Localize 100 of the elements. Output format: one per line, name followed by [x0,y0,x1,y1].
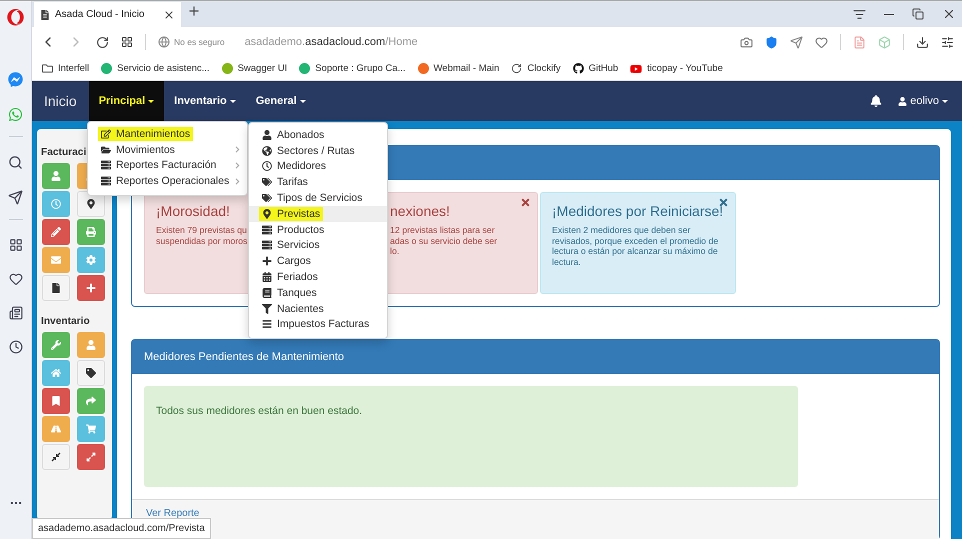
alert-text: lectura o están por alcanzar su máximo de [552,246,718,256]
alert-title: ¡Medidores por Reiniciarse! [552,203,724,219]
close-icon[interactable] [520,197,531,208]
alert-text: lo. [390,246,400,256]
tag-icon [86,368,96,378]
gear-icon [86,255,96,265]
nav-menu[interactable]: Principal [88,81,164,121]
menu-item[interactable]: Tarifas [249,174,387,190]
messenger-icon [8,72,23,87]
site-icon [418,63,428,74]
menu-item[interactable]: Feriados [249,269,387,285]
menu-item[interactable]: Movimientos [88,142,247,158]
clock-icon [8,340,22,354]
nav-label: Principal [98,95,146,107]
alert-text: adas o su servicio debe ser [390,236,498,246]
file-icon [51,283,61,293]
shield-icon [765,36,778,48]
globe-icon [262,146,272,156]
bookmark-item[interactable]: Servicio de asistenc... [101,63,210,74]
search-icon [8,155,23,170]
grid-icon [8,238,22,252]
user-menu[interactable]: eolivo [898,95,948,107]
alert-text: 12 previstas listas para ser [390,225,495,236]
bookmark-icon [51,396,61,406]
heart-icon [8,272,22,286]
menu-item[interactable]: Productos [249,222,387,238]
wrench-icon [51,340,61,350]
expand-icon [86,452,96,462]
menu-item[interactable]: Sectores / Rutas [249,142,387,159]
menu-item[interactable]: Tipos de Servicios [249,190,387,206]
alert-title: nexiones! [390,203,450,219]
cart-icon [86,424,96,434]
page-icon [40,10,50,20]
opera-icon [7,9,24,26]
url-text[interactable]: asadademo.asadacloud.com/Home [244,36,418,48]
tags-icon [262,177,272,188]
calendar-icon [262,272,272,282]
bookmark-item[interactable]: Swagger UI [222,63,288,74]
youtube-icon [630,62,642,74]
site-icon [299,63,310,74]
alert-title: ¡Morosidad! [156,203,230,219]
alert-text: Todos sus medidores están en buen estado. [156,405,362,417]
edit-icon [101,128,111,139]
menu-item[interactable]: Reportes Operacionales [88,173,247,190]
bookmark-item[interactable]: Webmail - Main [418,63,500,74]
alert-text: suspendidas por moros [156,236,248,246]
menu-icon [853,8,866,20]
nav-menu[interactable]: Inventario [164,81,246,121]
browser-tab[interactable]: Asada Cloud - Inicio [34,2,181,27]
settings-icon [941,36,954,48]
status-url: asadademo.asadacloud.com/Prevista [32,518,211,539]
user-icon [898,96,908,106]
alert-text: revisados, porque exceden el promedio de [552,236,718,246]
server-icon [262,240,272,250]
panel-title: Medidores Pendientes de Mantenimiento [144,351,344,363]
bookmark-item[interactable]: GitHub [572,63,618,74]
bookmark-item[interactable]: Soporte : Grupo Ca... [299,63,406,74]
nav-label: General [256,95,297,107]
folder-icon [42,63,53,74]
alert-text: Existen 79 previstas qu [156,225,247,236]
send-icon [8,190,23,205]
menu-item[interactable]: Tanques [249,284,387,301]
heart-icon [815,36,828,48]
brand-link[interactable]: Inicio [44,81,77,121]
menu-item[interactable]: Reportes Facturación [88,158,247,174]
menu-item[interactable]: Medidores [249,158,387,174]
download-icon [916,36,929,48]
bookmark-item[interactable]: Interfell [42,63,90,74]
bookmark-item[interactable]: Clockify [511,63,561,74]
send-icon [790,36,803,48]
nav-label: Inventario [174,95,227,107]
user-name: eolivo [910,95,939,107]
menu-item[interactable]: Impuestos Facturas [249,316,387,332]
security-label: No es seguro [174,37,225,47]
tab-title: Asada Cloud - Inicio [55,9,146,20]
report-link[interactable]: Ver Reporte [146,508,200,519]
site-icon [101,63,112,74]
menu-item[interactable]: Abonados [249,127,387,143]
camera-icon [740,36,753,48]
server-icon [101,176,111,186]
menu-item[interactable]: Cargos [249,253,387,270]
server-icon [101,160,111,170]
grid-icon [121,36,133,48]
cube-icon [878,36,891,48]
clock-icon [51,199,61,209]
server-icon [262,224,272,235]
menu-item[interactable]: Servicios [249,238,387,254]
clock-icon [262,161,272,172]
plus-icon [187,4,201,18]
document-icon [853,36,866,48]
user-icon [51,171,61,181]
nav-menu[interactable]: General [246,81,316,121]
bookmark-item[interactable]: ticopay - YouTube [630,62,723,74]
user-icon [262,130,272,140]
menu-item[interactable]: Nacientes [249,300,387,317]
share-arrow-icon [86,396,96,406]
site-icon [222,63,233,74]
menu-item[interactable]: Previstas [249,206,387,222]
plus-icon [86,283,96,293]
compress-icon [51,452,61,462]
